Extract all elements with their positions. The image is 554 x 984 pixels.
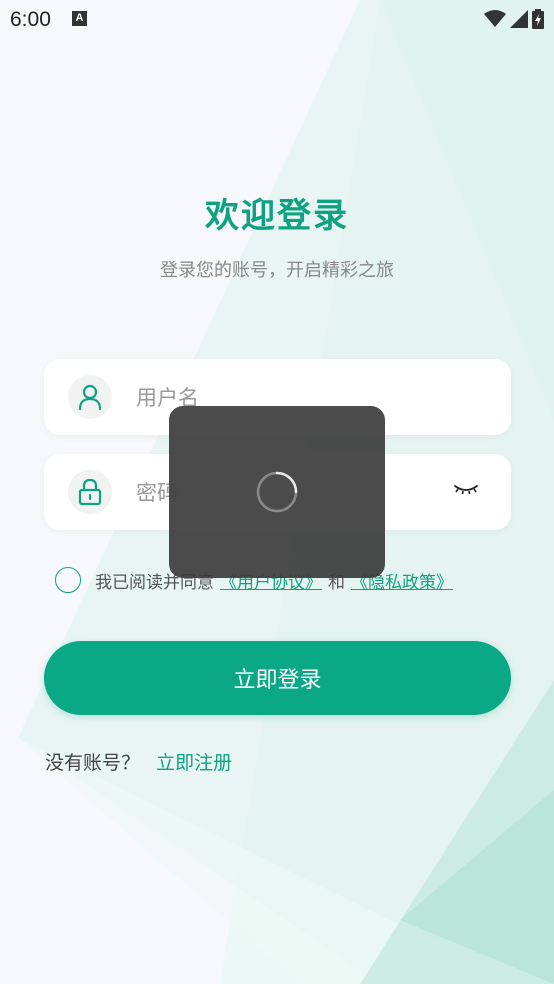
page-title: 欢迎登录 — [205, 196, 349, 236]
page-subtitle: 登录您的账号，开启精彩之旅 — [160, 260, 394, 281]
register-link[interactable]: 立即注册 — [156, 752, 232, 774]
wifi-icon — [484, 10, 506, 27]
user-icon-wrap — [68, 375, 112, 419]
agreement-checkbox[interactable] — [55, 567, 81, 593]
register-prompt: 没有账号？ — [45, 752, 141, 774]
loading-overlay — [169, 406, 385, 578]
status-bar: 6:00 A — [0, 0, 554, 40]
lock-icon-wrap — [68, 470, 112, 514]
notification-a-icon: A — [72, 11, 87, 26]
register-row: 没有账号？ 立即注册 — [45, 748, 232, 775]
spinner-icon — [256, 471, 298, 513]
status-icons — [484, 9, 544, 29]
lock-icon — [78, 479, 102, 505]
battery-icon — [532, 9, 544, 29]
signal-icon — [510, 10, 528, 28]
user-icon — [78, 384, 102, 410]
status-time: 6:00 — [10, 8, 51, 31]
eye-closed-icon[interactable] — [453, 482, 479, 496]
login-button[interactable]: 立即登录 — [44, 641, 511, 715]
